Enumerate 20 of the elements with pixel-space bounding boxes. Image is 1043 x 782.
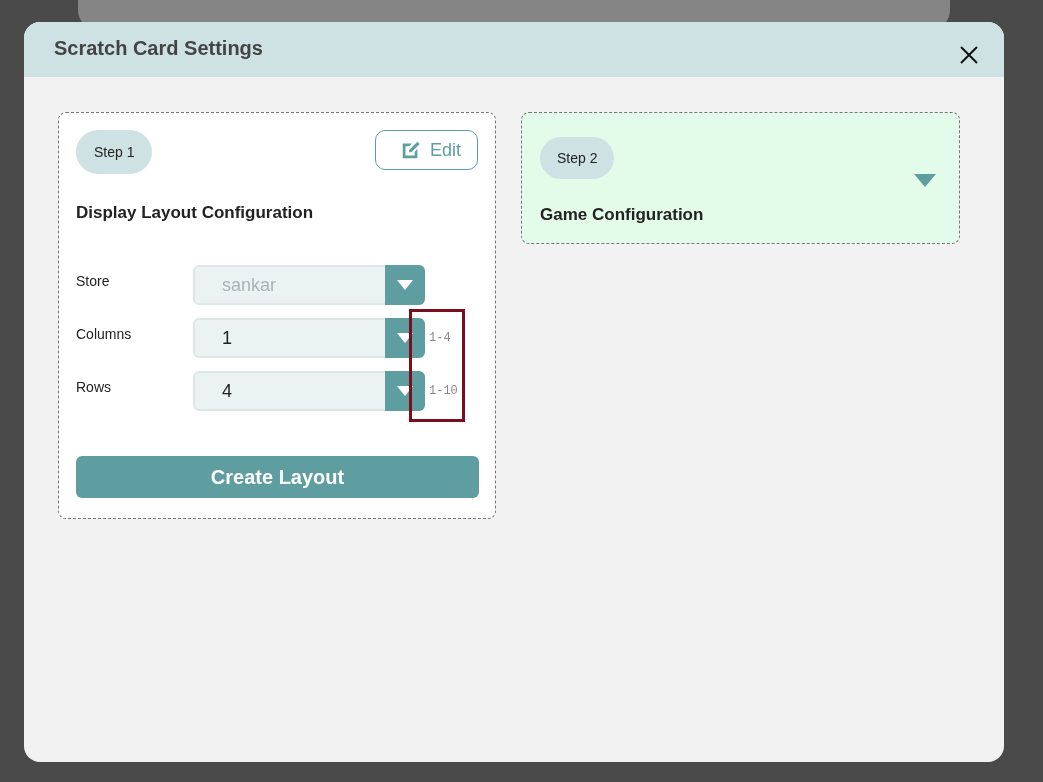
section-title: Display Layout Configuration (76, 203, 315, 223)
range-hint: 1-10 (429, 384, 458, 398)
field-label: Columns (76, 326, 133, 342)
field-label: Store (76, 273, 111, 289)
range-hint: 1-4 (429, 331, 451, 345)
dropdown-field[interactable]: 4 (193, 371, 425, 411)
step-badge: Step 1 (76, 130, 153, 174)
section-title: Game Configuration (540, 205, 704, 225)
dropdown-field[interactable]: 1 (193, 318, 425, 358)
dropdown-button[interactable] (385, 371, 425, 411)
expand-caret-icon[interactable] (914, 174, 936, 187)
caret-icon (397, 386, 413, 396)
dropdown-button[interactable] (385, 318, 425, 358)
dialog-title: Scratch Card Settings (54, 37, 263, 60)
close-icon[interactable] (960, 45, 978, 64)
caret-icon (397, 280, 413, 290)
step-card[interactable]: Step 2 Game Configuration (521, 112, 960, 244)
caret-icon (397, 333, 413, 343)
step-badge: Step 2 (540, 137, 615, 179)
field-label: Rows (76, 379, 112, 395)
